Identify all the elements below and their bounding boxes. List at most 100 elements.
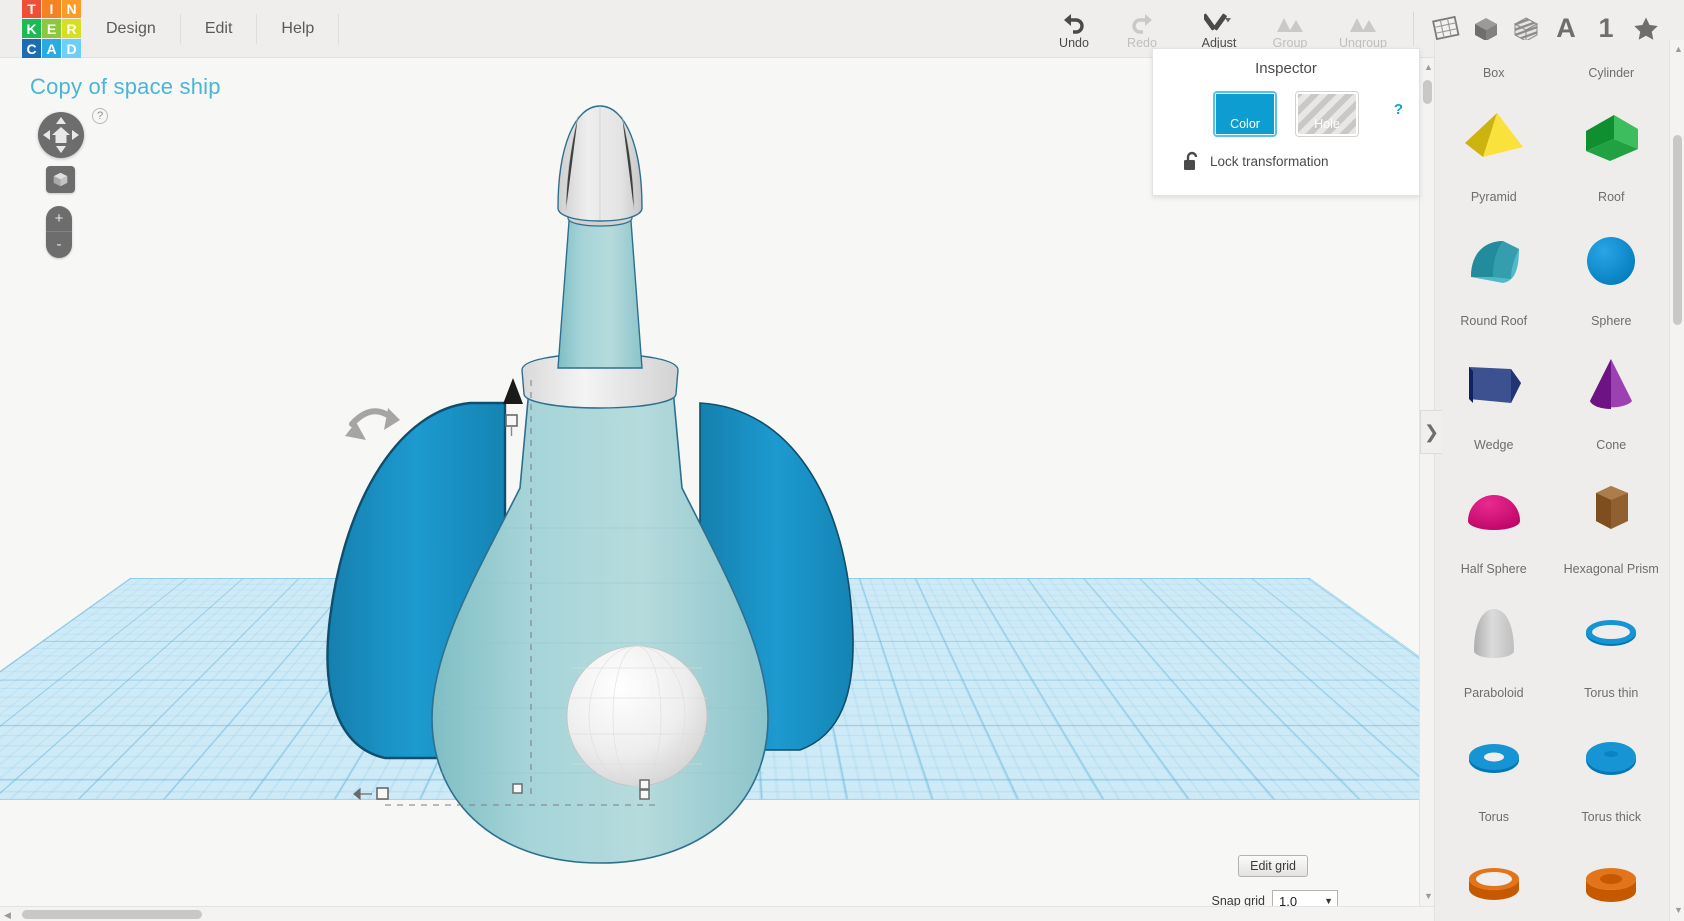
inspector-swatches: Color Hole [1153,91,1419,137]
scrollbar-thumb[interactable] [22,910,202,919]
view-navigation-widget[interactable]: ? + - [38,108,108,258]
menu-design[interactable]: Design [82,13,181,44]
square-handle-top[interactable] [505,414,518,436]
shape-label: Cylinder [1588,66,1635,80]
shape-item-wedge[interactable]: Wedge [1435,334,1553,458]
shape-item-torus[interactable]: Torus [1435,706,1553,830]
shape-label: Wedge [1474,438,1514,452]
scale-handle-left[interactable] [512,783,523,794]
shape-item-hexagonal-prism[interactable]: Hexagonal Prism [1553,458,1671,582]
nav-help-icon[interactable]: ? [92,108,108,124]
canvas-vertical-scrollbar[interactable]: ▲ ▼ [1419,58,1434,921]
collapse-panel-button[interactable]: ❯ [1420,410,1442,454]
tube-shape-icon [1586,867,1637,902]
shape-item-torus-thin[interactable]: Torus thin [1553,582,1671,706]
scroll-down-icon[interactable]: ▼ [1674,905,1683,915]
height-handle[interactable] [503,378,523,404]
tubethin-shape-icon [1468,867,1519,900]
inspector-help-icon[interactable]: ? [1394,101,1403,118]
rotate-handle[interactable] [345,408,400,440]
scrollbar-thumb[interactable] [1423,80,1432,104]
orbit-right-icon[interactable] [72,130,79,140]
zoom-in-button[interactable]: + [46,206,72,232]
shape-art [1435,334,1553,435]
shape-art [1435,210,1553,311]
shape-label: Torus [1478,810,1510,824]
color-swatch-button[interactable]: Color [1213,91,1277,137]
shape-art [1435,86,1553,187]
workplane-icon [1432,15,1460,40]
shape-label: Torus thin [1584,686,1639,700]
rocket-sphere [566,645,708,787]
logo-letter: D [62,39,81,58]
shape-art [1553,86,1671,187]
lock-transformation-label: Lock transformation [1210,153,1329,169]
redo-icon [1130,8,1154,34]
tinkercad-logo[interactable]: T I N K E R C A D [22,0,82,58]
undo-button[interactable]: Undo [1043,0,1105,58]
adjust-icon [1204,8,1234,34]
scale-handle-center[interactable] [639,779,650,800]
hexprism-shape-icon [1596,485,1629,529]
shape-item-paraboloid[interactable]: Paraboloid [1435,582,1553,706]
top-toolbar: T I N K E R C A D Design Edit Help Undo … [0,0,1684,58]
paraboloid-shape-icon [1473,608,1514,658]
shape-label: Cone [1596,438,1627,452]
shape-label: Round Roof [1460,314,1528,328]
hole-swatch-button[interactable]: Hole [1295,91,1359,137]
shape-item-tube-thin[interactable]: Tube thin [1435,830,1553,921]
undo-label: Undo [1059,35,1089,50]
shape-art [1553,706,1671,807]
dimension-handle[interactable] [353,787,389,801]
scroll-up-icon[interactable]: ▲ [1674,44,1683,54]
scroll-left-icon[interactable]: ◀ [4,910,11,921]
torus-shape-icon [1468,743,1519,773]
orbit-down-icon[interactable] [56,146,66,153]
halfsphere-shape-icon [1467,494,1520,530]
fit-to-view-button[interactable] [46,166,75,193]
shape-item-round-roof[interactable]: Round Roof [1435,210,1553,334]
orbit-up-icon[interactable] [56,117,66,124]
zoom-out-button[interactable]: - [46,232,72,258]
shape-art [1435,40,1553,63]
shape-art [1435,582,1553,683]
wedge-shape-icon [1468,366,1521,403]
shape-item-box[interactable]: Box [1435,40,1553,86]
shape-art [1435,830,1553,921]
hole-cube-icon [1513,16,1539,42]
orbit-left-icon[interactable] [43,130,50,140]
shapes-panel-scrollbar[interactable]: ▲ ▼ [1669,40,1684,921]
shape-label: Half Sphere [1460,562,1527,576]
scroll-up-icon[interactable]: ▲ [1424,62,1433,72]
lock-transformation-row[interactable]: Lock transformation [1183,151,1419,171]
scrollbar-thumb[interactable] [1673,135,1682,325]
pyramid-shape-icon [1464,112,1523,157]
shape-item-roof[interactable]: Roof [1553,86,1671,210]
shape-label: Roof [1598,190,1625,204]
shape-label: Torus thick [1581,810,1642,824]
shape-item-half-sphere[interactable]: Half Sphere [1435,458,1553,582]
scroll-down-icon[interactable]: ▼ [1424,891,1433,901]
shape-item-sphere[interactable]: Sphere [1553,210,1671,334]
solid-cube-icon [1475,17,1497,41]
menu-help[interactable]: Help [257,13,340,44]
shape-item-cylinder[interactable]: Cylinder [1553,40,1671,86]
home-view-icon[interactable] [51,125,71,145]
shape-item-torus-thick[interactable]: Torus thick [1553,706,1671,830]
zoom-controls[interactable]: + - [46,206,72,258]
menu-edit[interactable]: Edit [181,13,258,44]
edit-grid-button[interactable]: Edit grid [1238,855,1308,877]
view-orbit-disc[interactable] [38,112,84,158]
canvas-horizontal-scrollbar[interactable]: ◀ [0,906,1434,921]
logo-letter: A [42,39,61,58]
shapes-panel: Box Cylinder Pyramid Roof Round Roof Sph… [1434,40,1684,921]
shape-item-tube[interactable]: Tube [1553,830,1671,921]
star-icon [1634,17,1658,40]
shape-label: Pyramid [1470,190,1517,204]
shapes-grid: Box Cylinder Pyramid Roof Round Roof Sph… [1435,40,1670,921]
shape-item-cone[interactable]: Cone [1553,334,1671,458]
torusthick-shape-icon [1586,741,1637,775]
shape-item-pyramid[interactable]: Pyramid [1435,86,1553,210]
cylinder-shape-icon [1574,40,1648,45]
shape-art [1553,334,1671,435]
